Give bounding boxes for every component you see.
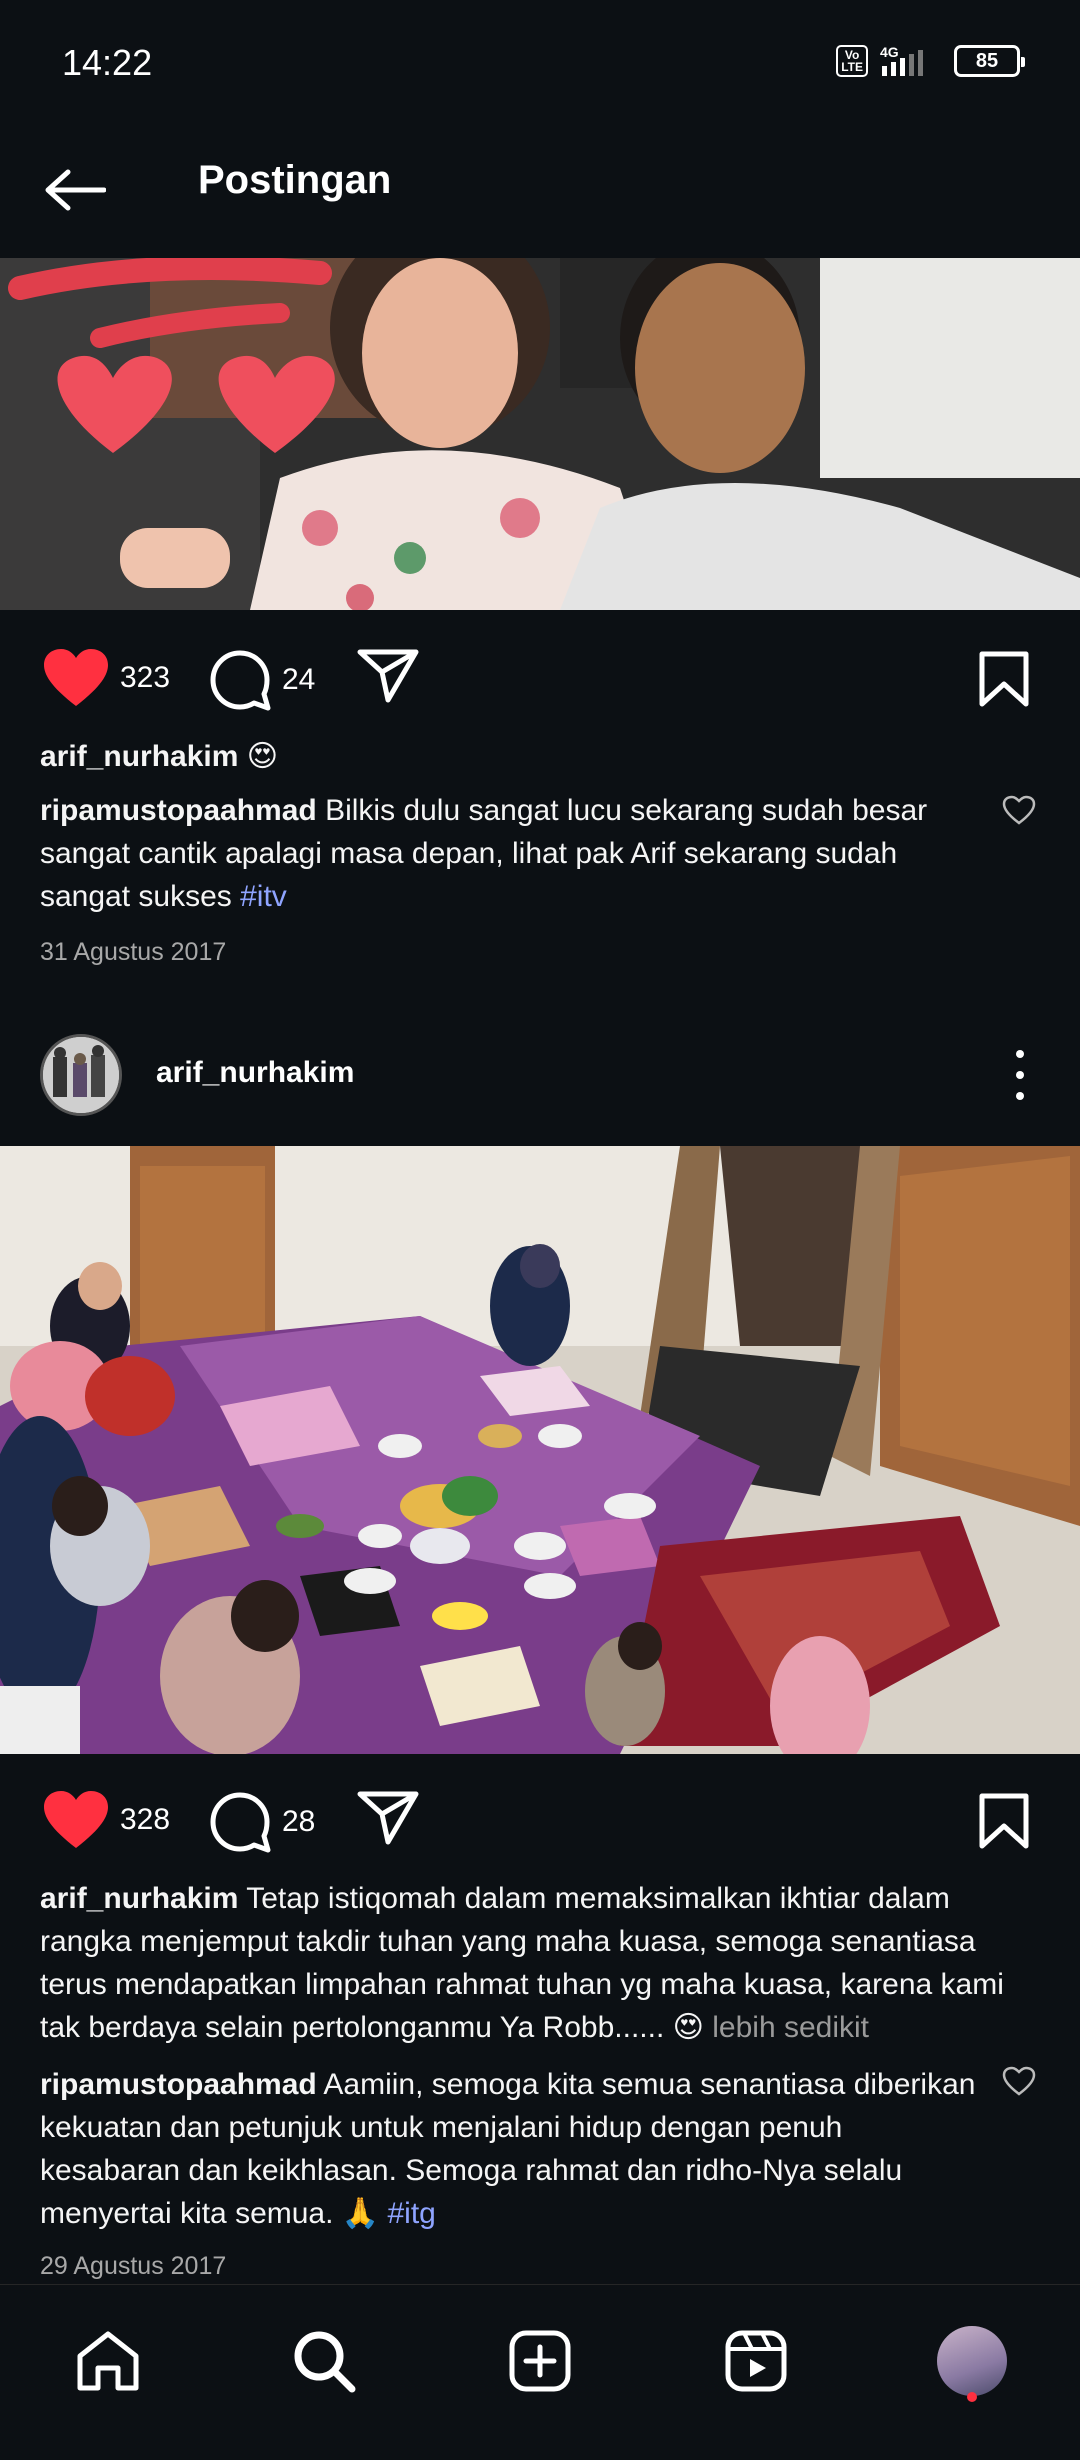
post-username[interactable]: arif_nurhakim: [156, 1056, 354, 1090]
post-2-caption: arif_nurhakim Tetap istiqomah dalam mema…: [40, 1877, 1045, 2049]
nav-search[interactable]: [288, 2325, 360, 2397]
more-options-icon[interactable]: [1010, 1050, 1030, 1100]
profile-avatar[interactable]: [937, 2326, 1007, 2396]
gathering-photo: [0, 1146, 1080, 1754]
share-icon[interactable]: [356, 1790, 420, 1846]
like-count: 323: [120, 661, 171, 694]
nav-create[interactable]: [504, 2325, 576, 2397]
page-title: Postingan: [198, 158, 392, 202]
top-nav: Postingan: [0, 130, 1080, 255]
search-icon[interactable]: [292, 2329, 356, 2393]
post-1-actions: 323 24: [0, 626, 1080, 726]
bookmark-icon[interactable]: [978, 1792, 1030, 1850]
comment-count: 24: [282, 663, 316, 696]
bookmark-icon[interactable]: [978, 650, 1030, 708]
post-1-comment: ripamustopaahmad Bilkis dulu sangat lucu…: [40, 789, 980, 918]
status-time: 14:22: [62, 42, 153, 83]
nav-home[interactable]: [72, 2325, 144, 2397]
svg-text:4G: 4G: [880, 44, 899, 60]
comment-like-icon[interactable]: [1002, 2066, 1036, 2096]
like-count: 328: [120, 1803, 171, 1836]
volte-icon: Vo LTE: [836, 45, 868, 77]
battery-icon: 85: [954, 45, 1025, 77]
comment-username[interactable]: ripamustopaahmad: [40, 2068, 317, 2101]
back-button[interactable]: [40, 160, 110, 220]
avatar-image: [43, 1037, 119, 1113]
bottom-nav: [0, 2284, 1080, 2460]
comment-username[interactable]: ripamustopaahmad: [40, 794, 317, 827]
save-button[interactable]: [978, 1792, 1030, 1855]
comment-hashtag[interactable]: #itv: [240, 880, 287, 913]
caption-text: 😍: [246, 740, 279, 773]
post-2-comment: ripamustopaahmad Aamiin, semoga kita sem…: [40, 2063, 980, 2235]
post-2-header: arif_nurhakim: [0, 1030, 1080, 1120]
post-2-photo[interactable]: [0, 1146, 1080, 1754]
post-2-actions: 328 28: [0, 1768, 1080, 1868]
comment-count: 28: [282, 1805, 316, 1838]
notification-dot: [967, 2392, 977, 2402]
status-bar: 14:22 Vo LTE 4G 85: [0, 0, 1080, 130]
share-action[interactable]: [356, 1790, 420, 1846]
like-action[interactable]: 328: [42, 1790, 170, 1850]
post-1-date: 31 Agustus 2017: [40, 938, 227, 966]
like-action[interactable]: 323: [42, 648, 170, 708]
signal-icon: 4G: [880, 44, 923, 76]
comment-action[interactable]: 28: [208, 1790, 315, 1854]
arrow-left-icon: [45, 169, 106, 211]
share-action[interactable]: [356, 648, 420, 704]
post-1-caption: arif_nurhakim 😍: [40, 735, 1020, 778]
post-2-date: 29 Agustus 2017: [40, 2252, 227, 2280]
selfie-photo: [0, 258, 1080, 610]
caption-username[interactable]: arif_nurhakim: [40, 740, 238, 773]
comment-hashtag[interactable]: #itg: [387, 2197, 435, 2230]
heart-filled-icon[interactable]: [42, 1790, 110, 1850]
reels-icon[interactable]: [724, 2329, 788, 2393]
post-1-photo[interactable]: [0, 258, 1080, 610]
battery-level: 85: [975, 49, 999, 72]
save-button[interactable]: [978, 650, 1030, 713]
comment-icon[interactable]: [208, 1790, 272, 1854]
status-icons: Vo LTE 4G 85: [836, 44, 1025, 78]
caption-username[interactable]: arif_nurhakim: [40, 1882, 238, 1915]
comment-icon[interactable]: [208, 648, 272, 712]
home-icon[interactable]: [76, 2330, 140, 2392]
less-button[interactable]: lebih sedikit: [712, 2011, 869, 2044]
avatar[interactable]: [40, 1034, 122, 1116]
nav-profile[interactable]: [936, 2325, 1008, 2397]
create-icon[interactable]: [508, 2329, 572, 2393]
comment-like-icon[interactable]: [1002, 795, 1036, 825]
share-icon[interactable]: [356, 648, 420, 704]
comment-action[interactable]: 24: [208, 648, 315, 712]
heart-filled-icon[interactable]: [42, 648, 110, 708]
nav-reels[interactable]: [720, 2325, 792, 2397]
